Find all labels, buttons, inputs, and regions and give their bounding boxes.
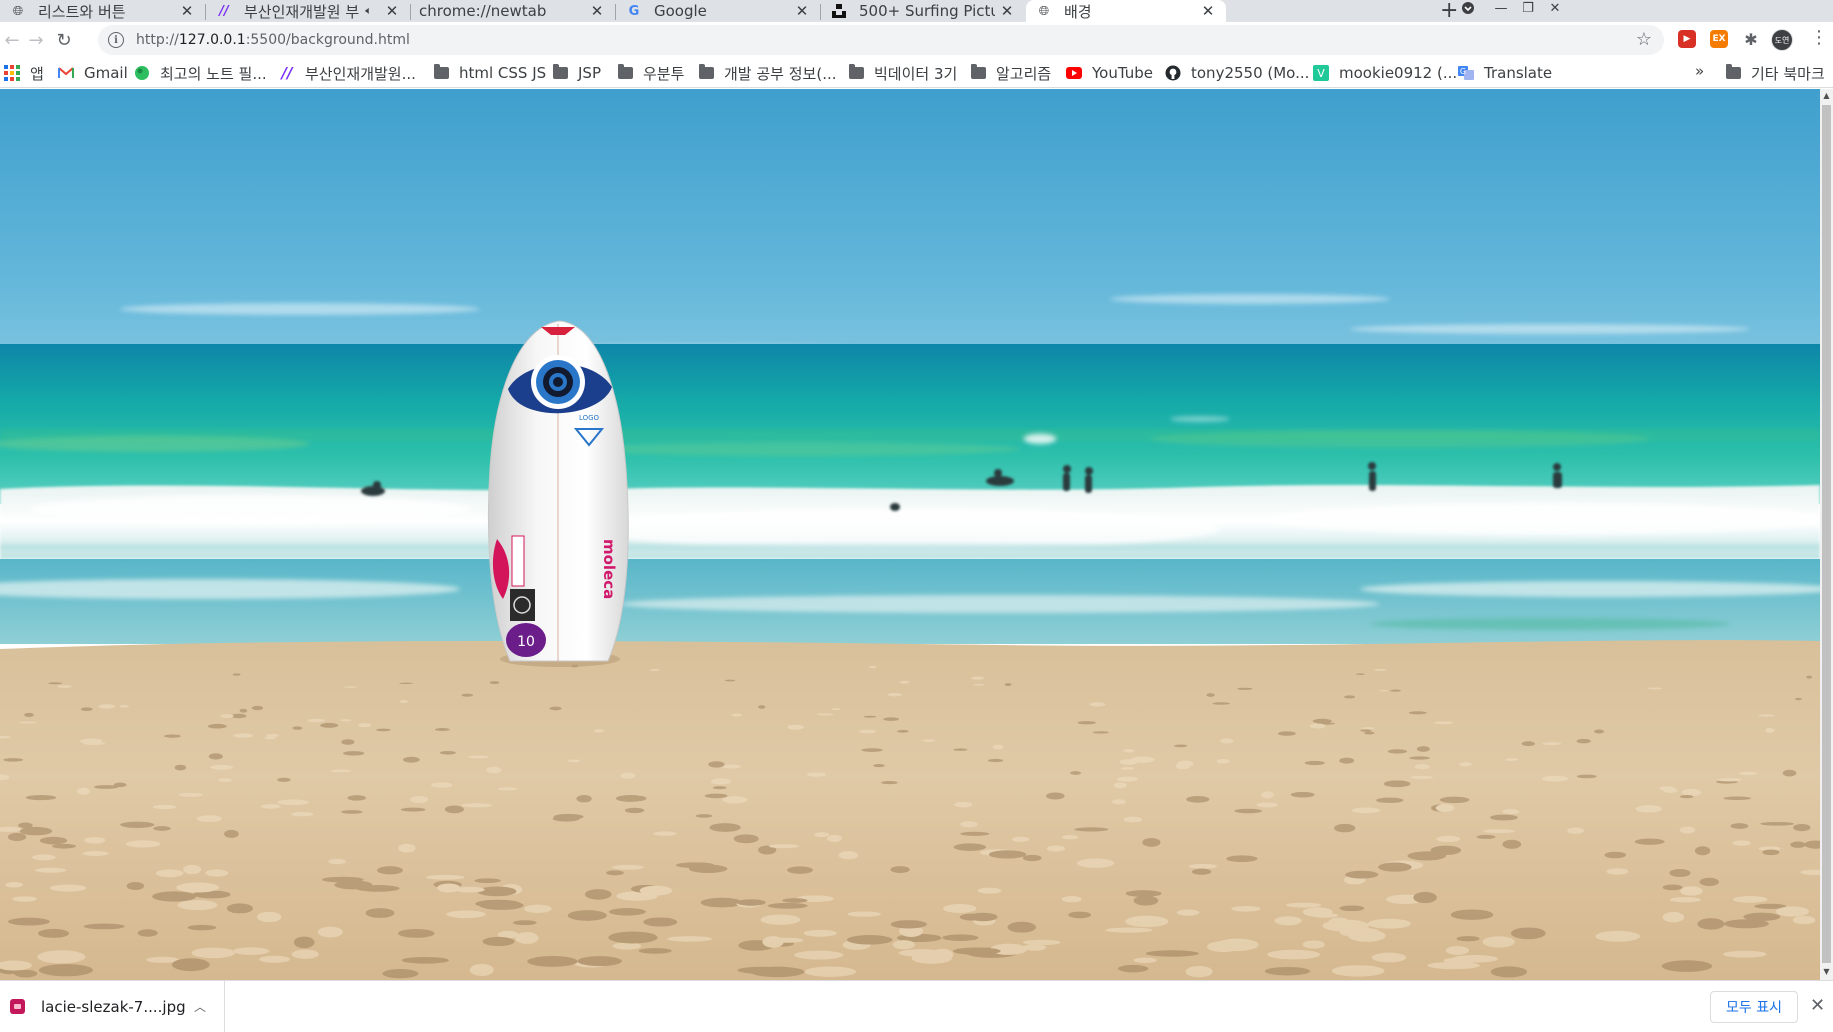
speaker-icon[interactable]: 🔈︎ [365,4,372,18]
slash-logo-icon: // [281,64,293,82]
tab-background-active[interactable]: 🌐︎ 배경 ✕ [1026,0,1226,22]
browser-toolbar: ← → ↻ i http://127.0.0.1:5500/background… [0,22,1833,58]
github-icon [1165,65,1181,81]
bookmark-velog[interactable]: V mookie0912 (... [1313,63,1457,83]
scroll-down-icon[interactable]: ▼ [1822,967,1831,976]
avatar[interactable]: 도연 [1771,29,1793,51]
bookmarks-bar: 앱 Gmail 최고의 노트 필... // 부산인재개발원... html C… [0,58,1833,88]
page-scrollbar[interactable]: ▲ ▼ [1820,89,1833,980]
close-icon[interactable]: ✕ [1200,2,1216,20]
svg-text:G: G [1460,67,1466,76]
bookmark-apps[interactable]: 앱 [4,63,44,83]
new-tab-button[interactable]: + [1440,0,1458,23]
bookmark-star-icon[interactable]: ☆ [1636,29,1652,50]
scroll-thumb[interactable] [1822,105,1831,963]
restore-icon[interactable]: ❐ [1520,0,1536,16]
close-icon[interactable]: ✕ [179,2,195,20]
youtube-icon [1066,65,1082,81]
tab-busan-it[interactable]: // 부산인재개발원 부산IT교 🔈︎ ✕ [206,0,410,22]
folder-icon [698,64,714,81]
surfboard: LOGO moleca 10 [487,320,629,667]
tab-title: chrome://newtab [419,2,547,20]
tab-title: 리스트와 버튼 [38,2,126,21]
download-file-name: lacie-slezak-7....jpg [41,997,186,1016]
bookmark-folder-other[interactable]: 기타 북마크 [1725,63,1825,83]
ocean [0,344,1820,504]
page-viewport: LOGO moleca 10 [0,89,1820,980]
extension-red-icon[interactable]: ▶ [1678,30,1696,48]
close-icon[interactable]: ✕ [1810,995,1825,1016]
reload-button[interactable]: ↻ [52,28,76,52]
velog-icon: V [1313,65,1329,81]
image-file-icon [10,999,25,1014]
downloads-shelf: lacie-slezak-7....jpg ︿ 모두 표시 ✕ [0,980,1833,1032]
bookmark-youtube[interactable]: YouTube [1066,63,1153,83]
evernote-icon [134,65,150,81]
forward-button[interactable]: → [24,28,48,52]
google-icon: G [628,3,640,19]
tab-title: 배경 [1064,2,1092,21]
apps-icon [4,65,20,81]
tab-strip: 🌐︎ 리스트와 버튼 ✕ // 부산인재개발원 부산IT교 🔈︎ ✕ chrom… [0,0,1833,23]
svg-text:V: V [1317,67,1325,80]
bookmark-gmail[interactable]: Gmail [58,63,128,83]
bookmark-evernote[interactable]: 최고의 노트 필... [134,63,267,83]
bookmark-folder-ubuntu[interactable]: 우분투 [617,63,684,83]
tab-surfing-pictures[interactable]: 500+ Surfing Pictures [HD ✕ [821,0,1025,22]
folder-icon [552,64,568,81]
tab-title: 부산인재개발원 부산IT교 [244,2,360,21]
bookmarks-overflow-icon[interactable]: » [1695,62,1704,80]
folder-icon [433,64,449,81]
tab-title: Google [654,2,707,20]
show-all-downloads-button[interactable]: 모두 표시 [1710,991,1798,1023]
window-close-icon[interactable]: ✕ [1547,0,1563,16]
bookmark-folder-dev-info[interactable]: 개발 공부 정보(... [698,63,837,83]
url-text: http://127.0.0.1:5500/background.html [136,32,410,48]
folder-icon [848,64,864,81]
scroll-up-icon[interactable]: ▲ [1822,91,1831,100]
board-sticker-text: 10 [517,634,535,650]
bookmark-folder-bigdata[interactable]: 빅데이터 3기 [848,63,957,83]
globe-icon: 🌐︎ [12,3,24,19]
bookmark-translate[interactable]: G Translate [1458,63,1552,83]
tab-search-icon[interactable] [1460,0,1476,16]
globe-icon: 🌐︎ [1038,3,1050,19]
close-icon[interactable]: ✕ [384,2,400,20]
folder-icon [617,64,633,81]
tab-title: 500+ Surfing Pictures [HD [859,2,995,20]
bookmark-folder-algorithm[interactable]: 알고리즘 [970,63,1051,83]
tab-google[interactable]: G Google ✕ [616,0,820,22]
board-brand-text: moleca [600,539,618,599]
chevron-up-icon[interactable]: ︿ [194,998,206,1015]
close-icon[interactable]: ✕ [999,2,1015,20]
tab-newtab[interactable]: chrome://newtab ✕ [411,0,615,22]
minimize-icon[interactable]: — [1493,0,1509,16]
svg-text:LOGO: LOGO [579,414,600,422]
beach-background-image: LOGO moleca 10 [0,89,1820,980]
download-item[interactable]: lacie-slezak-7....jpg ︿ [0,981,225,1032]
more-menu-icon[interactable]: ⋮ [1810,27,1828,48]
translate-icon: G [1458,65,1474,81]
extension-orange-icon[interactable]: EX [1710,30,1728,48]
close-icon[interactable]: ✕ [794,2,810,20]
tab-lists-and-buttons[interactable]: 🌐︎ 리스트와 버튼 ✕ [0,0,205,22]
bookmark-github[interactable]: tony2550 (Mo... [1165,63,1309,83]
address-bar[interactable]: i http://127.0.0.1:5500/background.html … [98,25,1664,55]
info-icon[interactable]: i [108,32,124,48]
slash-logo-icon: // [219,3,229,19]
bookmark-busan-it[interactable]: // 부산인재개발원... [279,63,416,83]
folder-icon [970,64,986,81]
bookmark-folder-html[interactable]: html CSS JS [433,63,546,83]
close-icon[interactable]: ✕ [589,2,605,20]
puzzle-icon[interactable]: ✱ [1742,30,1760,49]
gmail-icon [58,65,74,81]
bookmark-folder-jsp[interactable]: JSP [552,63,601,83]
unsplash-icon [831,3,847,19]
back-button[interactable]: ← [0,28,24,52]
folder-icon [1725,64,1741,81]
